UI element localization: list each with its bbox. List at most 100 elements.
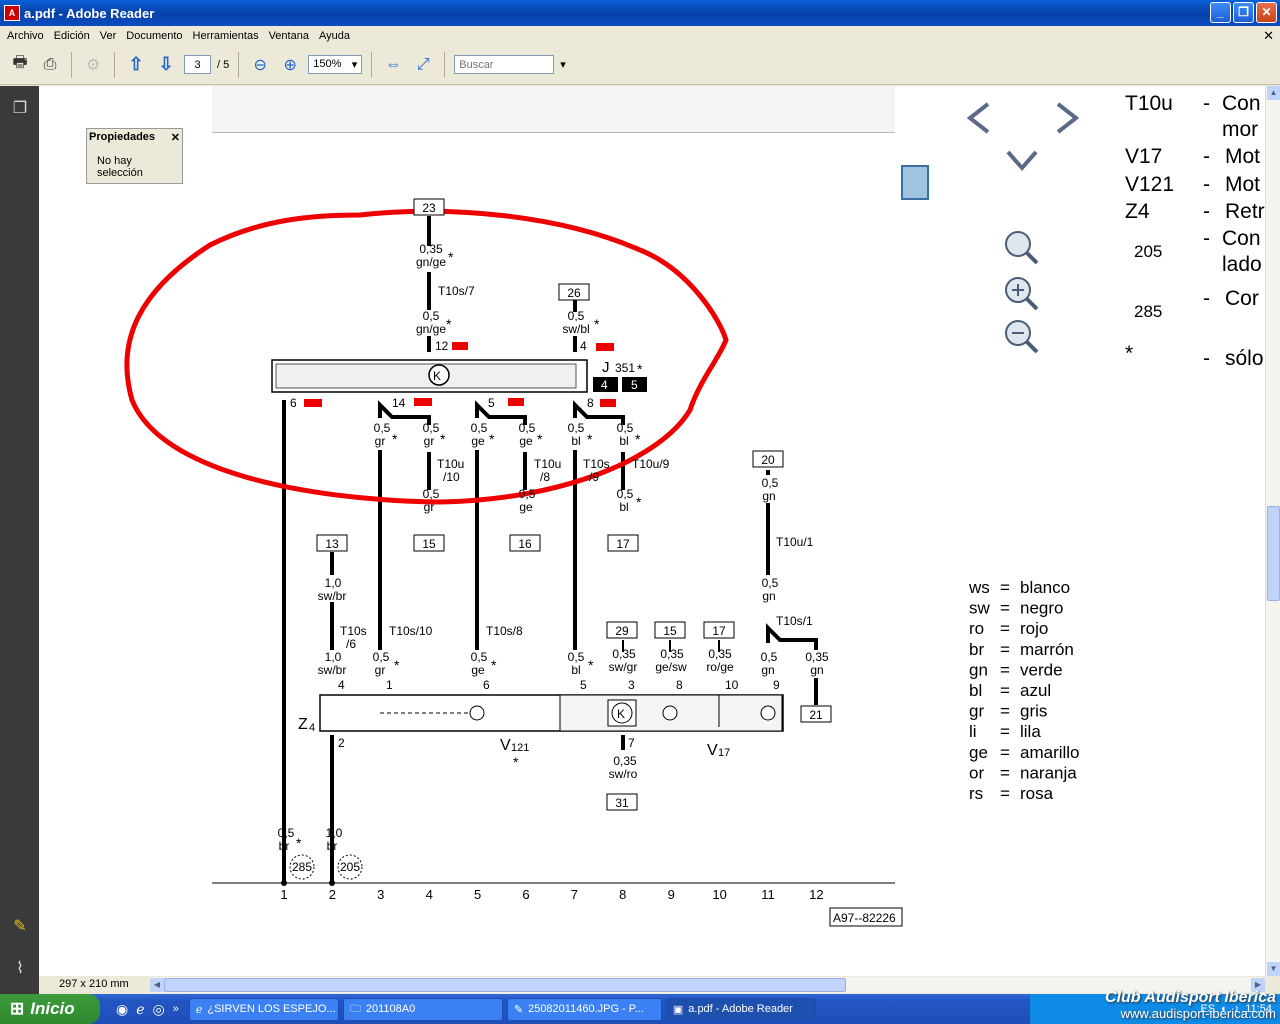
wire-label: ge	[519, 500, 533, 514]
media-icon[interactable]: ◎	[153, 1001, 165, 1018]
component-label: J	[602, 359, 610, 376]
legend-equals: =	[1000, 681, 1010, 700]
ie-icon[interactable]: ℯ	[136, 1001, 144, 1018]
legend-text: sólo	[1225, 347, 1264, 370]
asterisk: *	[635, 431, 641, 447]
legend-abbr: ro	[969, 619, 984, 638]
menu-archivo[interactable]: Archivo	[2, 30, 49, 42]
nav-arrows	[966, 102, 1080, 172]
minimize-button[interactable]: _	[1210, 2, 1231, 23]
fit-page-icon[interactable]: ⤢	[411, 53, 435, 77]
pin-number: 10	[725, 678, 739, 692]
ie-icon: ℯ	[195, 1003, 203, 1016]
menu-documento[interactable]: Documento	[121, 30, 187, 42]
legend-color-name: blanco	[1020, 578, 1070, 597]
zoom-out-icon[interactable]: ⊖	[248, 53, 272, 77]
legend-dash: -	[1203, 287, 1210, 310]
legend-abbr: li	[969, 722, 977, 741]
taskbar-item[interactable]: ℯ ¿SIRVEN LOS ESPEJO...	[188, 997, 339, 1021]
scroll-down-icon[interactable]: ▼	[1267, 962, 1280, 976]
wire-label: 0,5	[519, 421, 536, 435]
legend-abbr: gr	[969, 702, 984, 721]
scroll-thumb[interactable]	[1267, 506, 1280, 601]
horizontal-scrollbar[interactable]: ◀ ▶	[150, 977, 1265, 993]
legend-color-name: negro	[1020, 599, 1063, 618]
pin-number: 4	[338, 678, 345, 692]
fit-width-icon[interactable]: ⇔	[381, 53, 405, 77]
menu-herramientas[interactable]: Herramientas	[188, 30, 264, 42]
comments-icon[interactable]: ✎	[10, 916, 30, 936]
close-icon[interactable]: ✕	[171, 131, 180, 145]
asterisk: *	[537, 431, 543, 447]
wire-label: 0,5	[617, 487, 634, 501]
pages-icon[interactable]: ❐	[10, 98, 30, 118]
scroll-up-icon[interactable]: ▲	[1267, 86, 1280, 100]
attachments-icon[interactable]: ⌇	[10, 958, 30, 978]
image-icon: ✎	[513, 1003, 524, 1016]
legend-dash: -	[1203, 227, 1210, 250]
connector-label: T10u/1	[776, 535, 814, 549]
wire-label: ge/sw	[655, 660, 687, 674]
menu-edicion[interactable]: Edición	[49, 30, 95, 42]
wire-label: sw/gr	[609, 660, 638, 674]
wire-label: 0,5	[761, 650, 778, 664]
toolbar-separator	[114, 51, 115, 78]
menu-ayuda[interactable]: Ayuda	[314, 30, 355, 42]
firefox-icon[interactable]: ◉	[116, 1001, 128, 1018]
scroll-left-icon[interactable]: ◀	[150, 978, 164, 992]
maximize-button[interactable]: ❐	[1233, 2, 1254, 23]
zoom-in-icon[interactable]: ⊕	[278, 53, 302, 77]
page-number-input[interactable]	[184, 55, 211, 74]
terminal-box: 31	[615, 796, 629, 810]
connector-label: /9	[589, 470, 599, 484]
wire-label: 0,5	[568, 421, 585, 435]
asterisk: *	[394, 657, 400, 673]
zoom-select[interactable]: 150% ▾	[308, 55, 363, 74]
properties-panel: Propiedades ✕ No hay selección	[86, 128, 183, 184]
search-dropdown-icon[interactable]: ▾	[560, 58, 566, 71]
color-legend: ws = blanco sw = negro ro = rojo br = marrón gn = verd…	[968, 578, 1080, 803]
legend-dash: -	[1203, 173, 1210, 196]
document-close-icon[interactable]: ✕	[1263, 28, 1274, 44]
search-input[interactable]	[454, 55, 555, 74]
collaborate-icon[interactable]: ⚙	[81, 53, 105, 77]
terminal-box: 16	[518, 537, 532, 551]
close-button[interactable]: ✕	[1256, 2, 1277, 23]
wire-label: 0,5	[423, 487, 440, 501]
vertical-scrollbar[interactable]: ▲ ▼	[1265, 86, 1280, 976]
column-number: 5	[474, 887, 481, 902]
taskbar: ⊞ Inicio ◉ ℯ ◎ » ℯ ¿SIRVEN LOS ESPEJO... …	[0, 994, 1280, 1024]
share-icon[interactable]: ⎙	[38, 53, 62, 77]
wire-label: br	[327, 839, 338, 853]
legend-color-name: rosa	[1020, 784, 1054, 803]
component-label: 4	[601, 378, 608, 392]
svg-text:K: K	[433, 369, 441, 383]
wire-label: 0,35	[419, 242, 443, 256]
taskbar-item[interactable]: 🗀 201108A0	[342, 997, 503, 1021]
wiring-diagram: T10u - Con mor V17 - Mot V121 - Mot Z4 -…	[124, 86, 1265, 927]
taskbar-item[interactable]: ✎ 25082011460.JPG - P...	[506, 997, 662, 1021]
pin-number: 12	[435, 339, 449, 353]
start-button[interactable]: ⊞ Inicio	[0, 994, 100, 1024]
legend-abbr: br	[969, 640, 984, 659]
terminal-box: 21	[809, 708, 823, 722]
legend-text: Con	[1222, 92, 1261, 115]
taskbar-item-active[interactable]: ▣ a.pdf - Adobe Reader	[665, 997, 816, 1021]
document-view[interactable]: T10u - Con mor V17 - Mot V121 - Mot Z4 -…	[39, 86, 1265, 976]
taskbar-item-label: 201108A0	[365, 1003, 416, 1015]
pin-number: 6	[483, 678, 490, 692]
quicklaunch-more-icon[interactable]: »	[173, 1003, 179, 1015]
legend-equals: =	[1000, 702, 1010, 721]
previous-page-icon[interactable]: ⇧	[124, 53, 148, 77]
connector-label: T10s/10	[389, 624, 433, 638]
wire-label: 0,5	[568, 309, 585, 323]
next-page-icon[interactable]: ⇩	[154, 53, 178, 77]
page-total: / 5	[217, 58, 230, 71]
terminal-box: 20	[761, 453, 775, 467]
scroll-thumb[interactable]	[164, 978, 846, 992]
menu-ventana[interactable]: Ventana	[264, 30, 314, 42]
down-arrow-icon	[1006, 150, 1038, 172]
menu-ver[interactable]: Ver	[95, 30, 122, 42]
print-icon[interactable]: 🖶	[8, 53, 32, 77]
chevron-down-icon: ▾	[351, 59, 358, 71]
